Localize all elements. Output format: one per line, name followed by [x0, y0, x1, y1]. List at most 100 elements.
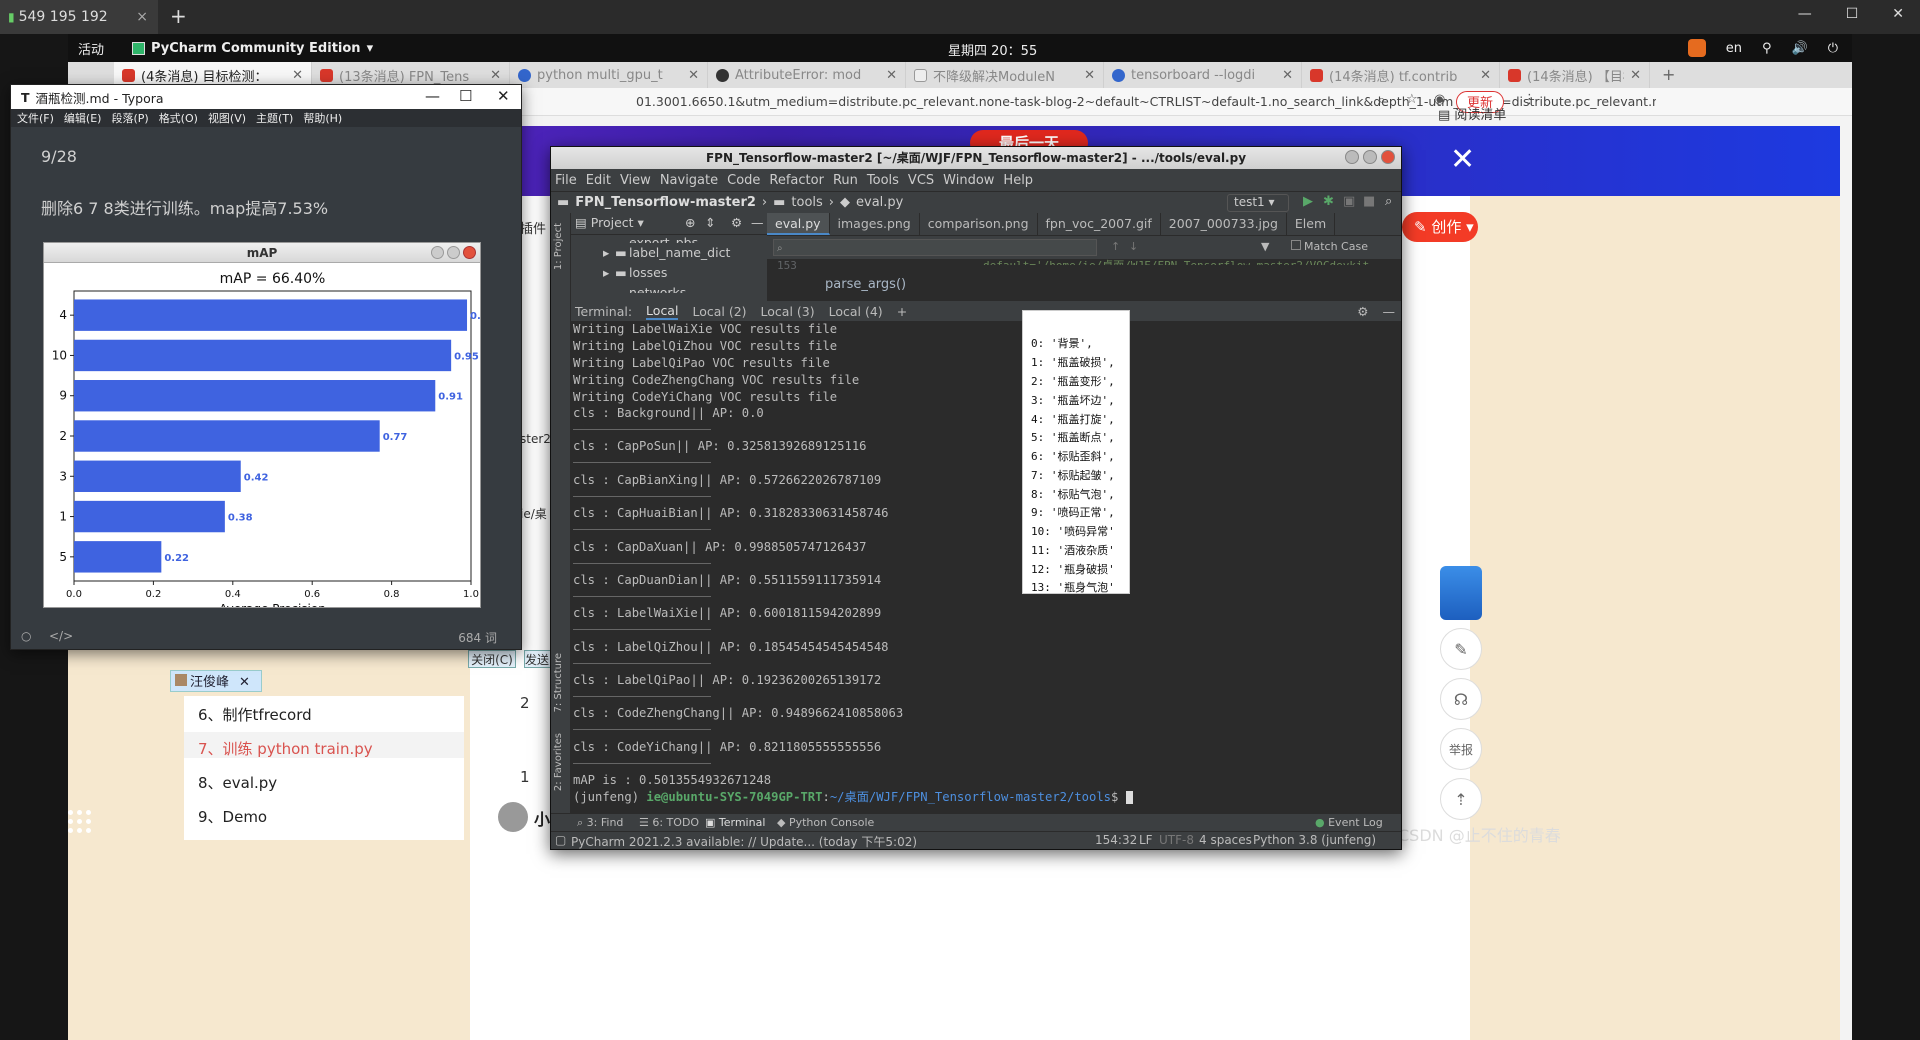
toc-item[interactable]: 8、eval.py	[198, 772, 277, 793]
close-icon[interactable]: ✕	[1084, 68, 1095, 83]
minimize-icon[interactable]: —	[1798, 6, 1812, 22]
gear-icon[interactable]: ⚙	[1357, 304, 1368, 319]
menu-help[interactable]: 帮助(H)	[303, 110, 342, 126]
headset-icon[interactable]: ☊	[1440, 678, 1482, 720]
source-mode-icon[interactable]: </>	[49, 629, 73, 643]
code-editor[interactable]: 153 default='/home/ie/桌面/WJF/FPN_Tensorf…	[767, 259, 1401, 301]
create-button[interactable]: ✎ 创作 ▾	[1402, 212, 1478, 242]
tree-item[interactable]: ▸ ▬ label_name_dict	[603, 245, 730, 260]
back-to-top-icon[interactable]: ⇡	[1440, 778, 1482, 820]
editor-tab[interactable]: eval.py	[767, 213, 830, 235]
menu-code[interactable]: Code	[727, 173, 760, 188]
file-encoding[interactable]: UTF-8	[1159, 833, 1194, 847]
editor-tab[interactable]: comparison.png	[920, 213, 1038, 235]
outline-toggle-icon[interactable]: ○	[21, 629, 31, 643]
menu-file[interactable]: 文件(F)	[17, 110, 54, 126]
browser-tab[interactable]: (14条消息) 【目标检 ✕	[1500, 62, 1650, 88]
close-icon[interactable]: ✕	[239, 675, 250, 690]
maximize-icon[interactable]	[1363, 150, 1377, 164]
debug-icon[interactable]: ✱	[1323, 194, 1334, 209]
editor-tab[interactable]: fpn_voc_2007.gif	[1038, 213, 1161, 235]
close-icon[interactable]: ✕	[886, 68, 897, 83]
terminal-tool-tab[interactable]: ▣ Terminal	[705, 816, 765, 829]
close-icon[interactable]	[463, 246, 476, 259]
language-indicator[interactable]: en	[1726, 41, 1742, 56]
run-icon[interactable]: ▶	[1303, 194, 1313, 209]
filter-icon[interactable]: ▼	[1261, 240, 1269, 253]
activities-button[interactable]: 活动	[78, 39, 104, 58]
close-icon[interactable]: ✕	[1450, 142, 1475, 177]
find-tool-tab[interactable]: ⌕ 3: Find	[577, 816, 623, 830]
app-grid-icon[interactable]	[68, 810, 92, 834]
power-icon[interactable]: ⏻	[1828, 41, 1838, 56]
hide-icon[interactable]: —	[751, 213, 764, 233]
editor-tab[interactable]: Elem	[1287, 213, 1336, 235]
menu-view[interactable]: View	[620, 173, 651, 188]
menu-theme[interactable]: 主题(T)	[256, 110, 293, 126]
todo-tool-tab[interactable]: ☰ 6: TODO	[639, 816, 699, 829]
browser-tab[interactable]: python multi_gpu_t ✕	[510, 62, 708, 88]
close-icon[interactable]	[1381, 150, 1395, 164]
menu-window[interactable]: Window	[943, 173, 994, 188]
terminal-tab[interactable]: Local (2)	[692, 304, 746, 319]
maximize-icon[interactable]: ☐	[1846, 6, 1859, 22]
project-view-select[interactable]: Project	[591, 215, 634, 230]
close-icon[interactable]: ✕	[1282, 68, 1293, 83]
edit-icon[interactable]: ✎	[1440, 628, 1482, 670]
find-input[interactable]: ⌕	[773, 239, 1097, 256]
breadcrumb-project[interactable]: FPN_Tensorflow-master2	[575, 195, 756, 210]
tree-item[interactable]: export_pbs	[629, 235, 698, 243]
more-menu-icon[interactable]: ⋮	[1523, 92, 1536, 107]
terminal-tab[interactable]: Local	[646, 303, 679, 320]
close-icon[interactable]: ✕	[497, 87, 510, 105]
tray-app-icon[interactable]	[1687, 39, 1706, 57]
menu-vcs[interactable]: VCS	[908, 173, 934, 188]
favorites-tool-tab[interactable]: 2: Favorites	[553, 733, 564, 791]
avatar[interactable]	[498, 802, 528, 832]
reading-list-button[interactable]: ▤ 阅读清单	[1438, 104, 1506, 123]
collapse-icon[interactable]: ⇕	[705, 213, 715, 233]
bookmark-star-icon[interactable]: ☆	[1406, 92, 1418, 107]
remote-session-tab[interactable]: ▮ 549 195 192 ×	[0, 0, 158, 34]
report-button[interactable]: 举报	[1440, 728, 1482, 770]
new-session-button[interactable]: +	[170, 4, 187, 28]
indent-setting[interactable]: 4 spaces	[1199, 833, 1252, 847]
browser-tab[interactable]: 不降级解决ModuleN ✕	[906, 62, 1104, 88]
maximize-icon[interactable]: ☐	[459, 87, 472, 105]
breadcrumb-file[interactable]: eval.py	[856, 195, 903, 210]
menu-refactor[interactable]: Refactor	[769, 173, 824, 188]
search-icon[interactable]: ⌕	[1385, 194, 1392, 209]
terminal-prompt[interactable]: (junfeng) ie@ubuntu-SYS-7049GP-TRT:~/桌面/…	[573, 789, 1133, 805]
close-icon[interactable]: ✕	[1480, 68, 1491, 83]
python-console-tool-tab[interactable]: ◆ Python Console	[777, 816, 874, 829]
caret-position[interactable]: 154:32	[1095, 833, 1137, 847]
toc-item[interactable]: 6、制作tfrecord	[198, 704, 312, 725]
toc-item[interactable]: 7、训练 python train.py	[198, 738, 373, 759]
author-name[interactable]: 小	[534, 806, 550, 830]
menu-file[interactable]: File	[555, 173, 577, 188]
project-tool-tab[interactable]: 1: Project	[553, 223, 564, 270]
terminal-tab[interactable]: Local (4)	[829, 304, 883, 319]
new-tab-button[interactable]: +	[1650, 62, 1687, 88]
hide-icon[interactable]: —	[1383, 304, 1396, 319]
terminal-tab[interactable]: Local (3)	[761, 304, 815, 319]
menu-format[interactable]: 格式(O)	[159, 110, 198, 126]
stop-icon[interactable]: ■	[1363, 194, 1375, 209]
chat-close-button[interactable]: 关闭(C)	[468, 650, 516, 668]
browser-tab[interactable]: AttributeError: mod ✕	[708, 62, 906, 88]
close-icon[interactable]: ✕	[292, 68, 303, 83]
menu-paragraph[interactable]: 段落(P)	[111, 110, 148, 126]
coverage-icon[interactable]: ▣	[1343, 194, 1355, 209]
word-count[interactable]: 684 词	[458, 629, 497, 646]
clock[interactable]: 星期四 20：55	[948, 40, 1037, 59]
editor-tab[interactable]: 2007_000733.jpg	[1161, 213, 1287, 235]
menu-run[interactable]: Run	[833, 173, 858, 188]
toc-item[interactable]: 9、Demo	[198, 806, 267, 827]
editor-tab[interactable]: images.png	[830, 213, 920, 235]
browser-tab[interactable]: tensorboard --logdi ✕	[1104, 62, 1302, 88]
structure-tool-tab[interactable]: 7: Structure	[553, 653, 564, 712]
run-config-select[interactable]: test1 ▾	[1227, 194, 1289, 212]
locate-icon[interactable]: ⊕	[685, 213, 695, 233]
note-text[interactable]: 删除6 7 8类进行训练。map提高7.53%	[41, 195, 328, 219]
note-date[interactable]: 9/28	[41, 147, 77, 166]
